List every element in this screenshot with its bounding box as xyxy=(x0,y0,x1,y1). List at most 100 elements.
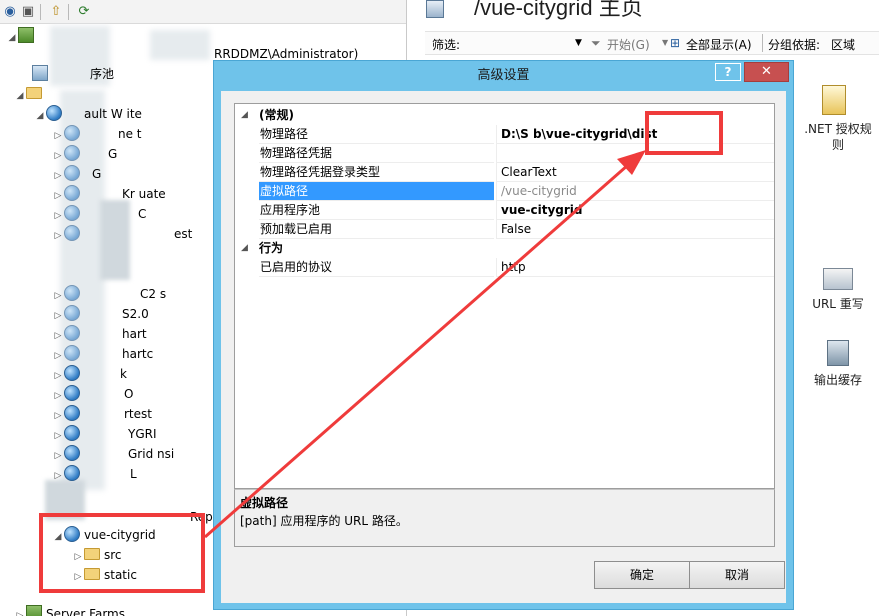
filter-bar: 筛选: ▼ ⏷ 开始(G) ▼ ⊞ 全部显示(A) 分组依据: 区域 xyxy=(425,31,879,55)
collapse-arrow-icon[interactable]: ◢ xyxy=(14,86,26,106)
property-value[interactable]: vue-citygrid xyxy=(496,201,774,220)
tree-node-label: Grid nsi xyxy=(128,447,175,461)
tree-node-label: 序池 xyxy=(90,67,115,81)
tree-item[interactable]: ▷ G xyxy=(52,144,117,164)
globe-icon xyxy=(64,445,80,461)
tree-node-label: YGRI xyxy=(128,427,157,441)
ok-button[interactable]: 确定 xyxy=(594,561,690,589)
property-row-enabled-protocols[interactable]: 已启用的协议 http xyxy=(235,258,774,277)
feature-output-cache[interactable]: 输出缓存 xyxy=(800,340,876,388)
annotation-box-dist-path xyxy=(645,111,723,155)
filter-input[interactable] xyxy=(465,36,580,52)
tree-item[interactable]: ▷ k xyxy=(52,364,127,384)
collapse-arrow-icon[interactable]: ◢ xyxy=(241,239,248,258)
property-value[interactable]: /vue-citygrid xyxy=(496,182,774,201)
tree-node-label: L xyxy=(130,467,137,481)
globe-icon xyxy=(64,345,80,361)
tree-node-label: ault W ite xyxy=(84,107,142,121)
up-folder-icon[interactable]: ⇧ xyxy=(48,4,64,20)
property-value[interactable]: http xyxy=(496,258,774,277)
feature-url-rewrite[interactable]: URL 重写 xyxy=(800,266,876,312)
start-button[interactable]: 开始(G) xyxy=(607,36,650,53)
tree-default-site-node[interactable]: ◢ ault W ite xyxy=(34,104,142,124)
help-button[interactable]: ? xyxy=(715,63,741,81)
property-row-app-pool[interactable]: 应用程序池 vue-citygrid xyxy=(235,201,774,220)
globe-icon xyxy=(64,365,80,381)
category-label: 行为 xyxy=(259,241,284,255)
tree-item[interactable]: ▷ L xyxy=(52,464,137,484)
tree-server-node[interactable]: ◢ xyxy=(6,26,38,46)
tree-node-label: G xyxy=(92,167,102,181)
start-dropdown-icon[interactable]: ▼ xyxy=(662,38,668,47)
tree-item[interactable]: ▷ hart xyxy=(52,324,147,344)
expand-arrow-icon[interactable]: ▷ xyxy=(14,606,26,616)
description-title: 虚拟路径 xyxy=(240,496,289,510)
property-value[interactable]: ClearText xyxy=(496,163,774,182)
feature-net-authorization[interactable]: .NET 授权规则 xyxy=(800,85,876,153)
tree-item[interactable]: ▷ S2.0 xyxy=(52,304,149,324)
toolbar-separator xyxy=(40,4,41,20)
url-rewrite-icon xyxy=(823,268,853,290)
tree-node-label: G xyxy=(108,147,118,161)
blurred-region xyxy=(150,30,210,60)
globe-icon xyxy=(64,165,80,181)
property-grid: ◢ (常规) 物理路径 D:\S b\vue-citygrid\dist 物理路… xyxy=(234,103,775,489)
property-row-virtual-path[interactable]: 虚拟路径 /vue-citygrid xyxy=(235,182,774,201)
refresh-globe-icon[interactable]: ⟳ xyxy=(76,4,92,20)
tree-sites-node[interactable]: ◢ xyxy=(14,84,46,104)
app-pool-icon xyxy=(32,65,48,81)
tree-item[interactable]: ▷ O xyxy=(52,384,133,404)
tree-item[interactable]: ▷ YGRI xyxy=(52,424,157,444)
collapse-arrow-icon[interactable]: ◢ xyxy=(6,28,18,48)
home-page-icon xyxy=(426,0,444,18)
property-row-logon-type[interactable]: 物理路径凭据登录类型 ClearText xyxy=(235,163,774,182)
category-label: (常规) xyxy=(259,108,294,122)
tree-item[interactable]: ▷ Kr uate xyxy=(52,184,166,204)
tree-item[interactable]: ▷ G xyxy=(52,164,101,184)
property-value[interactable]: False xyxy=(496,220,774,239)
property-name: 物理路径凭据登录类型 xyxy=(259,163,494,182)
collapse-arrow-icon[interactable]: ◢ xyxy=(241,106,248,125)
connect-globe-icon[interactable]: ◉ xyxy=(2,4,18,20)
property-row-preload-enabled[interactable]: 预加载已启用 False xyxy=(235,220,774,239)
globe-icon xyxy=(64,405,80,421)
collapse-arrow-icon[interactable]: ◢ xyxy=(34,106,46,126)
close-button[interactable]: ✕ xyxy=(744,62,789,82)
output-cache-icon xyxy=(827,340,849,366)
group-by-label: 分组依据: xyxy=(768,38,821,52)
toolbar-separator xyxy=(762,34,763,52)
tree-item[interactable]: ▷ Grid nsi xyxy=(52,444,174,464)
filter-label: 筛选: xyxy=(432,38,461,52)
tree-server-farms-node[interactable]: ▷ Server Farms xyxy=(14,604,125,616)
tree-item[interactable]: ▷ C xyxy=(52,204,146,224)
tree-node-label: S2.0 xyxy=(122,307,149,321)
tree-item[interactable]: ▷ est xyxy=(52,224,192,244)
tree-item[interactable]: ▷ ne t xyxy=(52,124,142,144)
tree-item[interactable]: ▷ hartc xyxy=(52,344,153,364)
cancel-button[interactable]: 取消 xyxy=(689,561,785,589)
globe-icon xyxy=(64,225,80,241)
property-value[interactable] xyxy=(496,144,774,163)
property-name: 预加载已启用 xyxy=(259,220,494,239)
filter-dropdown-icon[interactable]: ▼ xyxy=(575,38,582,48)
property-name: 应用程序池 xyxy=(259,201,494,220)
tree-item[interactable]: ▷ rtest xyxy=(52,404,152,424)
group-by-select[interactable]: 区域 xyxy=(831,36,855,53)
tree-app-pools-node[interactable]: 序池 xyxy=(20,64,114,84)
dialog-body: ◢ (常规) 物理路径 D:\S b\vue-citygrid\dist 物理路… xyxy=(221,91,786,603)
tree-node-label: hart xyxy=(122,327,147,341)
property-name: 物理路径 xyxy=(259,125,494,144)
save-icon[interactable]: ▣ xyxy=(20,4,36,20)
lock-document-icon xyxy=(822,85,846,115)
tree-node-label: ne t xyxy=(118,127,142,141)
category-behavior[interactable]: ◢ 行为 xyxy=(235,239,774,258)
folder-icon xyxy=(26,87,42,99)
globe-icon xyxy=(64,185,80,201)
tree-item[interactable]: ▷ C2 s xyxy=(52,284,166,304)
globe-icon xyxy=(64,305,80,321)
show-all-button[interactable]: 全部显示(A) xyxy=(686,36,752,53)
toolbar-separator xyxy=(68,4,69,20)
globe-icon xyxy=(64,205,80,221)
property-value[interactable]: D:\S b\vue-citygrid\dist xyxy=(496,125,774,144)
feature-label: .NET 授权规则 xyxy=(804,122,872,152)
